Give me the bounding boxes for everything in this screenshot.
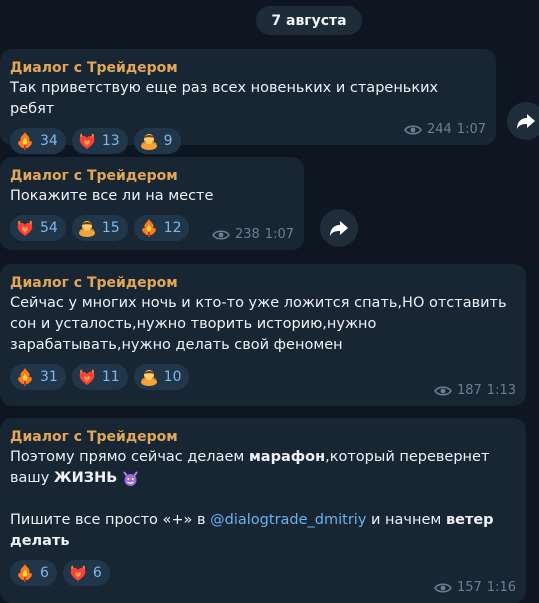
heart-on-fire-icon (77, 367, 97, 387)
reaction-count: 54 (40, 220, 58, 236)
reaction-chip[interactable]: 34 (10, 128, 66, 154)
date-label: 7 августа (271, 12, 347, 29)
message-text: Поэтому прямо сейчас делаем марафон,кото… (10, 447, 516, 552)
forward-arrow-icon (330, 221, 348, 236)
text-segment: Пишите все просто «+» в (10, 512, 211, 528)
reaction-count: 10 (163, 369, 182, 385)
reaction-count: 6 (40, 565, 49, 581)
reaction-chip[interactable]: 10 (133, 364, 190, 390)
reaction-count: 11 (101, 369, 120, 385)
forward-arrow-icon (517, 114, 535, 129)
reaction-chip[interactable]: 9 (133, 128, 181, 154)
reaction-chip[interactable]: 31 (10, 364, 66, 390)
eye-icon (212, 229, 230, 240)
message-meta: 187 1:13 (434, 383, 516, 398)
fire-flower-icon (15, 131, 35, 151)
sender-name[interactable]: Диалог с Трейдером (10, 427, 516, 447)
bold-text: марафон (248, 449, 326, 465)
sender-name[interactable]: Диалог с Трейдером (10, 273, 516, 293)
views-count: 187 (456, 383, 482, 398)
message-bubble[interactable]: Диалог с Трейдером Так приветствую еще р… (0, 49, 496, 154)
reaction-count: 9 (163, 133, 173, 149)
mention-link[interactable]: @dialogtrade_dmitriy (210, 512, 366, 528)
message-time: 1:16 (486, 580, 516, 595)
message-time: 1:13 (486, 383, 516, 398)
reaction-chip[interactable]: 11 (71, 364, 128, 390)
reaction-chip[interactable]: 6 (62, 560, 110, 586)
heart-on-fire-icon (77, 131, 97, 151)
fire-flower-icon (139, 218, 159, 238)
reaction-chip[interactable]: 12 (133, 215, 190, 241)
reaction-chip[interactable]: 54 (10, 215, 66, 241)
fire-flower-icon (15, 563, 35, 583)
bold-text: ЖИЗНЬ (53, 470, 118, 486)
bowing-man-icon (139, 131, 159, 151)
views-count: 157 (456, 580, 482, 595)
smiling-devil-emoji-icon (123, 470, 138, 486)
message-bubble[interactable]: Диалог с Трейдером Поэтому прямо сейчас … (0, 418, 526, 603)
message-meta: 238 1:07 (212, 227, 294, 242)
message-time: 1:07 (264, 227, 294, 242)
eye-icon (434, 385, 452, 396)
fire-flower-icon (15, 367, 35, 387)
eye-icon (434, 582, 452, 593)
forward-button[interactable] (320, 209, 358, 247)
reaction-count: 15 (101, 220, 120, 236)
heart-on-fire-icon (68, 563, 88, 583)
bowing-man-icon (139, 367, 159, 387)
date-separator: 7 августа (256, 6, 362, 35)
reaction-count: 6 (92, 565, 102, 581)
message-text: Покажите все ли на месте (10, 188, 214, 204)
message-meta: 244 1:07 (404, 122, 486, 137)
reaction-count: 31 (40, 369, 58, 385)
message-time: 1:07 (456, 122, 486, 137)
reaction-count: 13 (101, 133, 120, 149)
heart-on-fire-icon (15, 218, 35, 238)
message-bubble[interactable]: Диалог с Трейдером Сейчас у многих ночь … (0, 264, 526, 406)
views-count: 244 (426, 122, 452, 137)
message-meta: 157 1:16 (434, 580, 516, 595)
eye-icon (404, 124, 422, 135)
views-count: 238 (234, 227, 260, 242)
forward-button[interactable] (507, 102, 539, 140)
reaction-count: 34 (40, 133, 58, 149)
reaction-chip[interactable]: 15 (71, 215, 128, 241)
text-segment: и начнем (366, 512, 446, 528)
bowing-man-icon (77, 218, 97, 238)
sender-name[interactable]: Диалог с Трейдером (10, 58, 486, 78)
reaction-count: 12 (163, 220, 182, 236)
message-text: Сейчас у многих ночь и кто-то уже ложитс… (10, 295, 512, 353)
reaction-chip[interactable]: 13 (71, 128, 128, 154)
message-text: Так приветствую еще раз всех новеньких и… (10, 80, 443, 117)
message-bubble[interactable]: Диалог с Трейдером Покажите все ли на ме… (0, 157, 304, 250)
sender-name[interactable]: Диалог с Трейдером (10, 166, 294, 186)
text-segment: Поэтому прямо сейчас делаем (10, 449, 249, 465)
reaction-chip[interactable]: 6 (10, 560, 57, 586)
